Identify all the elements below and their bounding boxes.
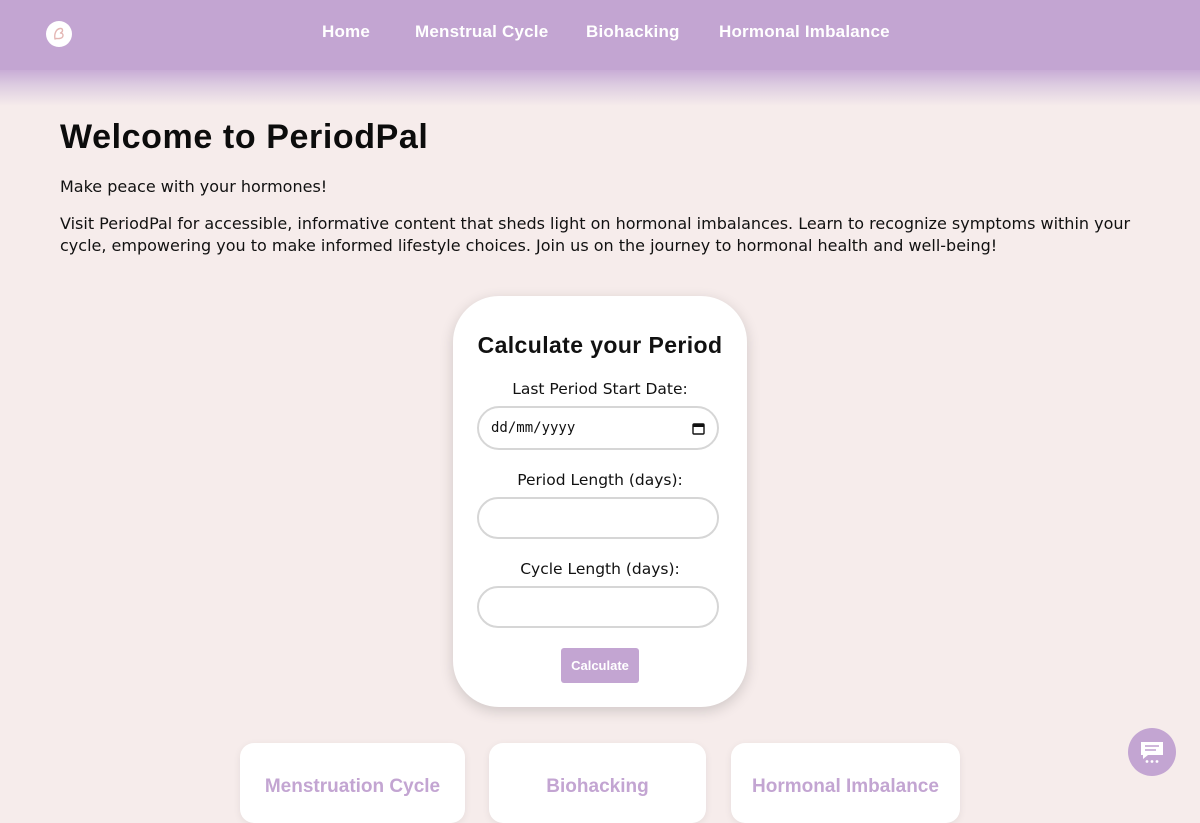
calculator-title: Calculate your Period bbox=[477, 332, 723, 358]
period-calculator-card: Calculate your Period Last Period Start … bbox=[453, 296, 747, 707]
tile-biohacking[interactable]: Biohacking bbox=[489, 743, 706, 823]
cycle-length-label: Cycle Length (days): bbox=[520, 560, 680, 578]
calendar-icon[interactable] bbox=[692, 422, 705, 435]
nav-menstrual-cycle[interactable]: Menstrual Cycle bbox=[415, 22, 548, 42]
header-shadow bbox=[0, 70, 1200, 106]
tile-title: Hormonal Imbalance bbox=[752, 776, 939, 797]
chat-bubble-icon[interactable] bbox=[1128, 728, 1176, 776]
cycle-length-input[interactable] bbox=[477, 586, 719, 628]
period-length-input[interactable] bbox=[477, 497, 719, 539]
last-period-label: Last Period Start Date: bbox=[512, 380, 688, 398]
tile-title: Biohacking bbox=[546, 776, 649, 797]
nav-home[interactable]: Home bbox=[322, 22, 370, 42]
period-length-label: Period Length (days): bbox=[517, 471, 683, 489]
last-period-date-input[interactable]: dd/mm/yyyy bbox=[477, 406, 719, 450]
main-nav: Home Menstrual Cycle Biohacking Hormonal… bbox=[0, 0, 1200, 66]
nav-biohacking[interactable]: Biohacking bbox=[586, 22, 680, 42]
tile-menstruation-cycle[interactable]: Menstruation Cycle bbox=[240, 743, 465, 823]
nav-hormonal-imbalance[interactable]: Hormonal Imbalance bbox=[719, 22, 890, 42]
tagline: Make peace with your hormones! bbox=[60, 177, 328, 196]
intro-paragraph: Visit PeriodPal for accessible, informat… bbox=[60, 214, 1131, 255]
calculate-button[interactable]: Calculate bbox=[561, 648, 639, 683]
page-title: Welcome to PeriodPal bbox=[60, 118, 429, 156]
date-placeholder: dd/mm/yyyy bbox=[491, 420, 576, 436]
tile-title: Menstruation Cycle bbox=[264, 776, 441, 797]
tile-hormonal-imbalance[interactable]: Hormonal Imbalance bbox=[731, 743, 960, 823]
